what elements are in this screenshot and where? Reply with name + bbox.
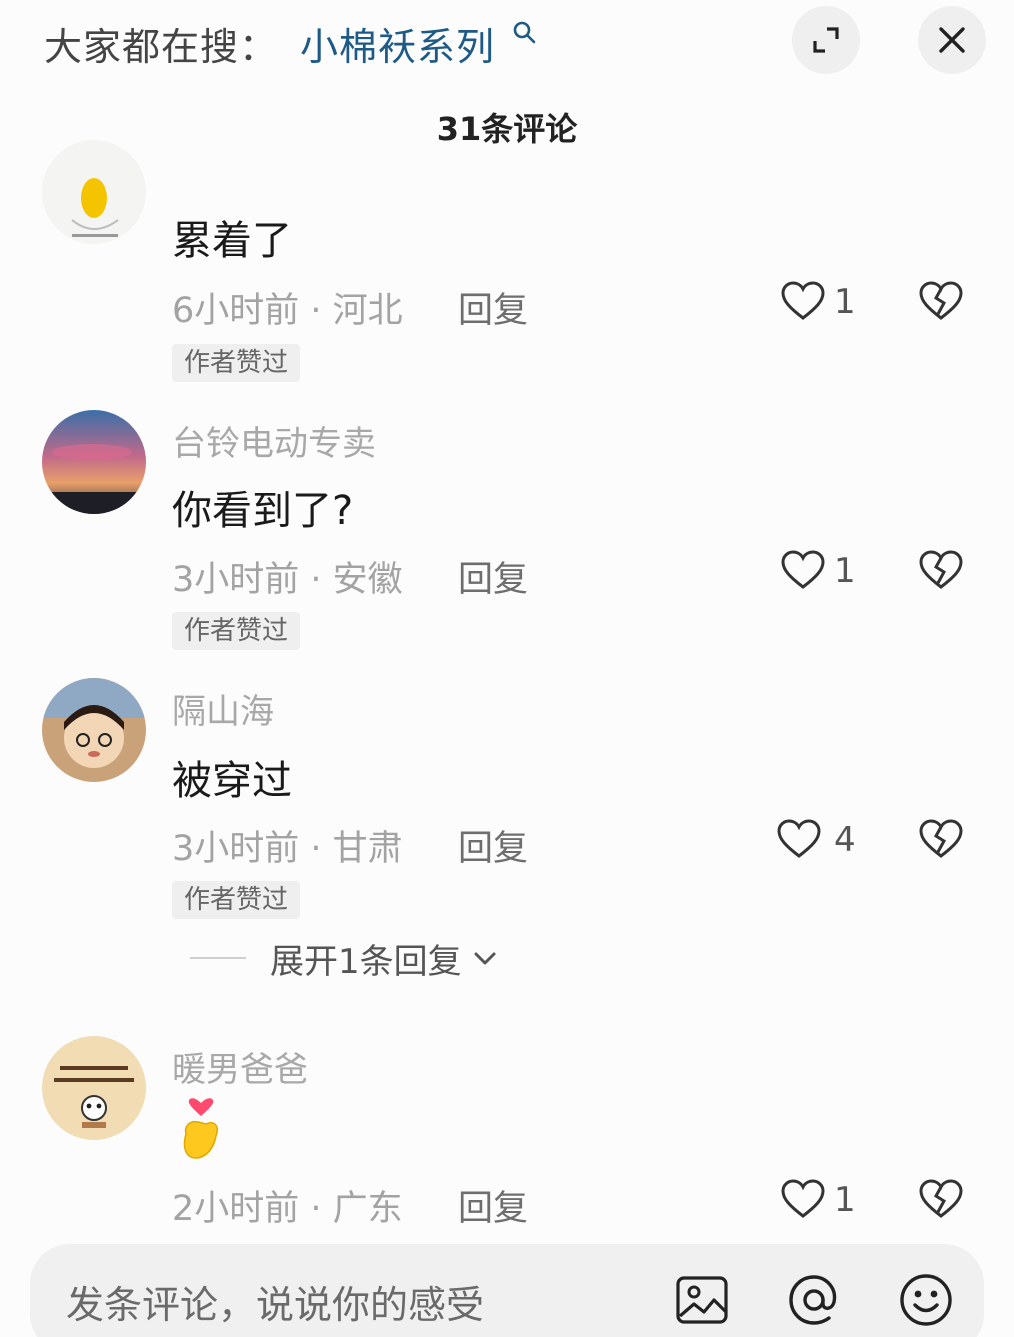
like-count: 1	[834, 551, 856, 591]
comment-count-title: 31条评论	[436, 110, 578, 148]
comment-location: 广东	[332, 1189, 403, 1229]
heart-icon[interactable]	[780, 280, 826, 322]
comment-username[interactable]: 暖男爸爸	[172, 1042, 308, 1091]
reply-button[interactable]: 回复	[458, 820, 528, 871]
heart-icon[interactable]	[780, 549, 826, 591]
like-count: 1	[834, 1180, 856, 1220]
author-liked-badge: 作者赞过	[172, 612, 301, 650]
comment-time: 3小时前	[172, 829, 300, 869]
avatar[interactable]	[42, 410, 146, 514]
avatar[interactable]	[42, 140, 146, 244]
search-icon[interactable]	[512, 20, 538, 46]
comment-text: 你看到了?	[172, 488, 354, 534]
meta-separator: ·	[299, 560, 333, 600]
comment-location: 甘肃	[332, 829, 403, 869]
author-liked-badge: 作者赞过	[172, 881, 301, 919]
close-button[interactable]	[918, 6, 986, 74]
avatar[interactable]	[42, 1036, 146, 1140]
comment-input-bar[interactable]: 发条评论，说说你的感受	[30, 1244, 984, 1337]
comment-text: 累着了	[172, 218, 292, 264]
meta-separator: ·	[299, 829, 333, 869]
heart-icon[interactable]	[780, 1178, 826, 1220]
comment-input[interactable]: 发条评论，说说你的感受	[66, 1274, 484, 1329]
reply-button[interactable]: 回复	[458, 1180, 528, 1231]
meta-separator: ·	[299, 291, 333, 331]
expand-divider	[190, 957, 246, 959]
broken-heart-icon[interactable]	[918, 818, 964, 860]
expand-replies-button[interactable]: 展开1条回复	[190, 934, 500, 982]
author-liked-badge: 作者赞过	[172, 344, 301, 382]
comment-time: 6小时前	[172, 291, 300, 331]
search-suggestion-label: 大家都在搜：	[44, 25, 279, 69]
comment-meta: 3小时前 · 甘肃	[172, 820, 403, 871]
comment-time: 2小时前	[172, 1189, 300, 1229]
meta-separator: ·	[299, 1189, 333, 1229]
close-icon	[939, 27, 965, 53]
at-icon[interactable]	[786, 1272, 842, 1328]
expand-icon	[813, 27, 839, 53]
comment-username[interactable]: 台铃电动专卖	[172, 416, 376, 465]
heart-icon[interactable]	[776, 818, 822, 860]
like-count: 1	[834, 282, 856, 322]
reply-button[interactable]: 回复	[458, 282, 528, 333]
comment-meta: 3小时前 · 安徽	[172, 551, 403, 602]
comment-meta: 2小时前 · 广东	[172, 1180, 403, 1231]
top-bar: 大家都在搜： 小棉袄系列	[0, 0, 1014, 90]
comment-location: 河北	[332, 291, 403, 331]
finger-heart-emoji	[183, 1098, 218, 1159]
comment-location: 安徽	[332, 560, 403, 600]
broken-heart-icon[interactable]	[918, 280, 964, 322]
expand-replies-label: 展开1条回复	[270, 941, 462, 982]
search-suggestion-link[interactable]: 小棉袄系列	[300, 16, 495, 71]
avatar[interactable]	[42, 678, 146, 782]
emoji-icon[interactable]	[898, 1272, 954, 1328]
broken-heart-icon[interactable]	[918, 549, 964, 591]
image-icon[interactable]	[674, 1272, 730, 1328]
comment-text: 被穿过	[172, 758, 292, 804]
comment-username[interactable]: 隔山海	[172, 684, 274, 733]
reply-button[interactable]: 回复	[458, 551, 528, 602]
chevron-down-icon	[474, 952, 496, 965]
like-count: 4	[834, 820, 856, 860]
comment-time: 3小时前	[172, 560, 300, 600]
broken-heart-icon[interactable]	[918, 1178, 964, 1220]
expand-button[interactable]	[792, 6, 860, 74]
comment-meta: 6小时前 · 河北	[172, 282, 403, 333]
